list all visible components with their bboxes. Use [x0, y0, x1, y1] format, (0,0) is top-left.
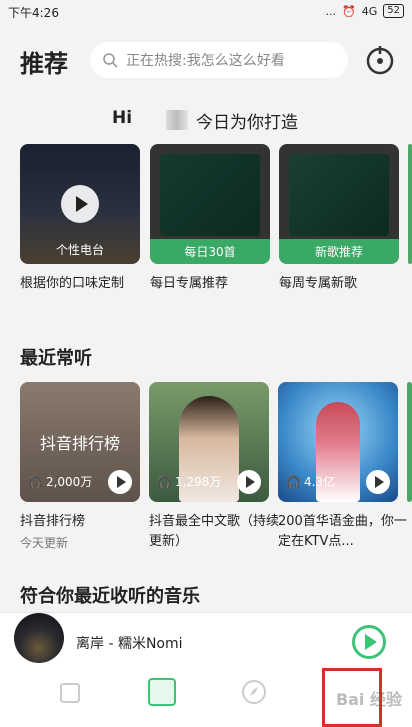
- signal-icon: 4G: [361, 4, 378, 18]
- rec-card-daily[interactable]: 每日30首: [150, 144, 270, 264]
- rec-card-radio[interactable]: 个性电台: [20, 144, 140, 264]
- play-count: 🎧 1,298万: [157, 473, 221, 490]
- rec-card-new[interactable]: 新歌推荐: [279, 144, 399, 264]
- player-play-button[interactable]: [352, 625, 386, 659]
- username-blur: [166, 110, 188, 130]
- recent-item-sub: 今天更新: [20, 536, 69, 550]
- tab-music[interactable]: [56, 678, 84, 706]
- recent-card[interactable]: 抖音排行榜 🎧 2,000万: [20, 382, 140, 502]
- play-count: 🎧 4.3亿: [286, 473, 335, 490]
- tab-discover[interactable]: [148, 678, 176, 706]
- search-placeholder: 正在热搜:我怎么这么好看: [126, 53, 285, 69]
- battery-icon: 52: [383, 4, 404, 18]
- rec-caption: 每日专属推荐: [150, 276, 229, 291]
- play-count-value: 2,000万: [45, 475, 93, 489]
- play-button[interactable]: [108, 470, 132, 494]
- play-button[interactable]: [366, 470, 390, 494]
- greeting-hi: Hi: [112, 108, 133, 128]
- header: 推荐 正在热搜:我怎么这么好看: [0, 30, 412, 90]
- more-dots: ...: [325, 4, 337, 18]
- search-icon: [103, 53, 118, 68]
- status-bar: 下午4:26 ... ⏰ 4G 52: [0, 0, 412, 24]
- headphones-icon: 🎧: [157, 474, 172, 489]
- page-title: 推荐: [20, 50, 68, 78]
- recent-item-title: 200首华语金曲，你一定在KTV点...: [278, 514, 407, 549]
- search-box[interactable]: 正在热搜:我怎么这么好看: [90, 42, 348, 78]
- rec-caption: 根据你的口味定制: [20, 276, 125, 291]
- headphones-icon: 🎧: [286, 474, 301, 489]
- recent-card[interactable]: 🎧 4.3亿: [278, 382, 398, 502]
- highlight-box: [322, 668, 382, 727]
- radio-icon[interactable]: [364, 44, 396, 76]
- play-icon: [61, 185, 99, 223]
- play-count-value: 1,298万: [174, 475, 222, 489]
- daily-cover: [160, 154, 260, 236]
- album-cover: [14, 613, 64, 663]
- recent-item-title: 抖音最全中文歌（持续更新）: [149, 514, 280, 549]
- play-count: 🎧 2,000万: [28, 473, 92, 490]
- greeting-message: 今日为你打造: [196, 113, 298, 133]
- rec-label: 个性电台: [55, 243, 104, 257]
- music-icon: [60, 683, 80, 703]
- section3-title: 符合你最近收听的音乐: [20, 586, 200, 607]
- rec-label: 新歌推荐: [279, 239, 399, 264]
- recent-item-title: 抖音排行榜: [20, 514, 86, 529]
- rec-card-partial: [408, 144, 412, 264]
- status-icons: ... ⏰ 4G 52: [326, 4, 404, 18]
- rec-caption: 每周专属新歌: [279, 276, 358, 291]
- status-time: 下午4:26: [8, 6, 59, 20]
- alarm-icon: ⏰: [342, 4, 356, 18]
- compass-icon: [242, 680, 266, 704]
- new-cover: [289, 154, 389, 236]
- recent-card-partial: [407, 382, 412, 502]
- greeting-row: Hi 今日为你打造: [0, 104, 412, 134]
- cover-text: 抖音排行榜: [39, 434, 120, 453]
- rec-label: 每日30首: [150, 239, 270, 264]
- recent-title: 最近常听: [20, 348, 92, 369]
- now-playing-title: 离岸 - 糯米Nomi: [76, 636, 183, 652]
- play-button[interactable]: [237, 470, 261, 494]
- recent-card[interactable]: 🎧 1,298万: [149, 382, 269, 502]
- headphones-icon: 🎧: [28, 474, 43, 489]
- play-count-value: 4.3亿: [303, 475, 336, 489]
- tab-compass[interactable]: [240, 678, 268, 706]
- mini-player[interactable]: 离岸 - 糯米Nomi: [0, 612, 412, 668]
